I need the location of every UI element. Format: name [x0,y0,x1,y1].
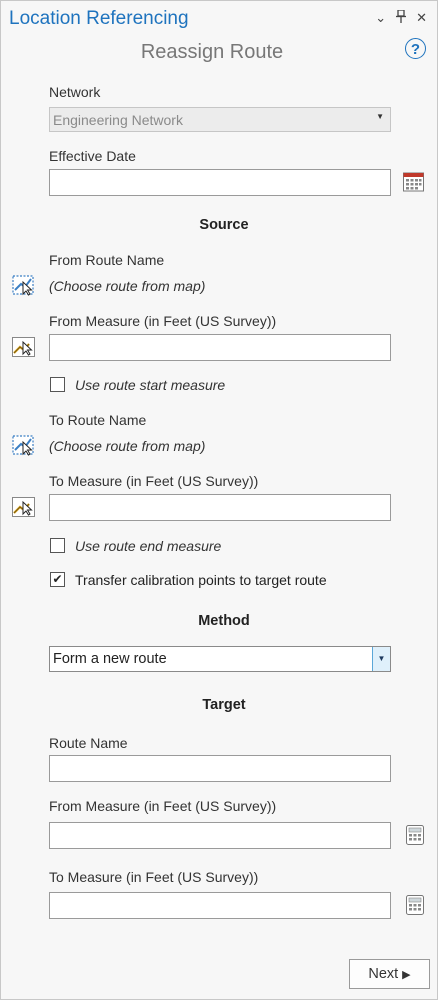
reassign-route-pane: Location Referencing ⌄ ✕ Reassign Route … [0,0,438,1000]
target-to-measure-label: To Measure (in Feet (US Survey)) [49,869,259,885]
method-dropdown[interactable]: Form a new route ▼ [49,646,391,672]
effective-date-input[interactable] [49,169,391,196]
target-from-measure-label: From Measure (in Feet (US Survey)) [49,798,277,814]
transfer-calibration-points-label: Transfer calibration points to target ro… [75,572,327,588]
checkmark-icon: ✔ [52,572,63,586]
calculator-icon[interactable] [406,895,428,915]
to-measure-label: To Measure (in Feet (US Survey)) [49,473,259,489]
select-route-from-map-icon[interactable] [12,274,36,296]
select-route-from-map-icon[interactable] [12,434,36,456]
chevron-down-icon: ▼ [376,112,384,121]
pane-title: Location Referencing [9,8,189,29]
source-heading: Source [199,217,249,233]
target-route-name-input[interactable] [49,755,391,782]
network-dropdown: Engineering Network ▼ [49,107,391,132]
next-button-label: Next [368,966,399,982]
method-heading: Method [198,613,250,629]
target-route-name-label: Route Name [49,735,128,751]
play-arrow-icon: ▶ [402,969,411,981]
help-icon[interactable]: ? [405,38,426,59]
chevron-down-icon[interactable]: ▼ [372,647,390,671]
from-measure-label: From Measure (in Feet (US Survey)) [49,313,277,329]
to-measure-input[interactable] [49,494,391,521]
select-measure-from-map-icon[interactable] [12,496,36,518]
chevron-down-icon[interactable]: ⌄ [375,10,386,26]
calendar-icon[interactable] [403,172,425,192]
network-value: Engineering Network [53,112,183,128]
next-button[interactable]: Next ▶ [349,959,430,989]
network-label: Network [49,84,101,100]
target-heading: Target [202,697,246,713]
to-route-name-placeholder: (Choose route from map) [49,438,206,454]
use-route-end-measure-label: Use route end measure [75,538,222,554]
to-route-name-label: To Route Name [49,412,147,428]
tool-title: Reassign Route [140,41,284,63]
from-route-name-label: From Route Name [49,252,165,268]
select-measure-from-map-icon[interactable] [12,336,36,358]
method-value: Form a new route [53,651,167,667]
from-route-name-placeholder: (Choose route from map) [49,278,206,294]
pane-header-controls: ⌄ ✕ [375,9,427,26]
target-to-measure-input[interactable] [49,892,391,919]
close-icon[interactable]: ✕ [416,10,427,26]
pin-icon[interactable] [396,9,407,26]
target-from-measure-input[interactable] [49,822,391,849]
use-route-start-measure-checkbox[interactable] [50,377,65,392]
use-route-end-measure-checkbox[interactable] [50,538,65,553]
use-route-start-measure-label: Use route start measure [75,377,226,393]
effective-date-label: Effective Date [49,148,136,164]
from-measure-input[interactable] [49,334,391,361]
transfer-calibration-points-checkbox[interactable]: ✔ [50,572,65,587]
calculator-icon[interactable] [406,825,428,845]
